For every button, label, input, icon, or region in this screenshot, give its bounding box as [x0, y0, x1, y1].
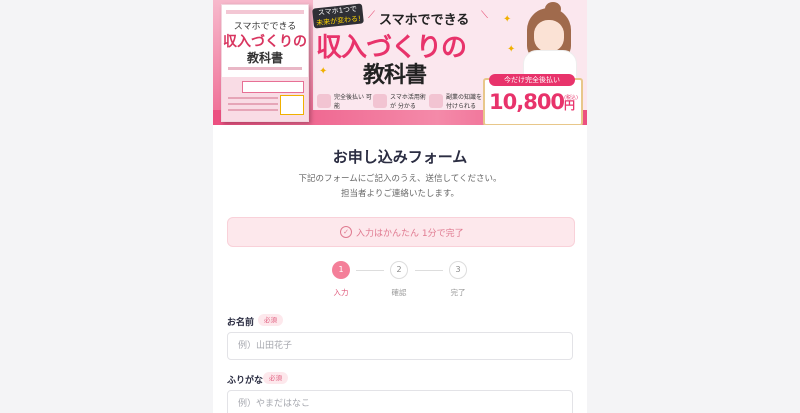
headline-sub: 教科書	[363, 63, 427, 88]
woman-with-phone-illustration	[513, 2, 583, 82]
step-indicator: 1 2 3 入力 確認 完了	[213, 260, 587, 300]
notice-text: 入力はかんたん 1分で完了	[356, 229, 464, 239]
step-1-label: 入力	[333, 288, 349, 297]
step-2-circle: 2	[390, 261, 408, 279]
step-connector	[356, 270, 384, 271]
kana-input[interactable]	[227, 390, 573, 413]
form-description: 下記のフォームにご記入のうえ、送信してください。 担当者よりご連絡いたします。	[298, 174, 502, 199]
sparkle-icon: ⟋	[368, 10, 375, 21]
notice-banner: ✓ 入力はかんたん 1分で完了	[227, 217, 575, 247]
star-icon: ✦	[319, 66, 328, 77]
required-badge: 必須	[263, 372, 288, 384]
step-3-circle: 3	[449, 261, 467, 279]
step-2-label: 確認	[391, 288, 407, 297]
star-icon: ✦	[503, 14, 512, 25]
page-title: お申し込みフォーム	[332, 148, 468, 166]
name-label: お名前	[227, 318, 255, 328]
name-input[interactable]	[227, 332, 573, 360]
price-tax: (税込)	[564, 95, 578, 101]
book-icon	[429, 94, 443, 108]
headline-small: スマホでできる	[379, 13, 470, 28]
book-cover-image: スマホでできる 収入づくりの 教科書	[221, 4, 309, 122]
book-title-main: 収入づくりの	[223, 34, 307, 50]
book-band	[222, 77, 308, 121]
book-title-sub: 教科書	[246, 51, 283, 65]
phone-icon	[373, 94, 387, 108]
price-label: 今だけ完全後払い	[489, 74, 575, 86]
sparkle-icon: ⟍	[481, 10, 488, 21]
form-card: スマホでできる 収入づくりの 教科書 スマホ1つで 未来が変わる! ⟋ スマホで…	[213, 0, 587, 413]
required-badge: 必須	[258, 314, 283, 326]
kana-label: ふりがな	[227, 376, 264, 386]
price-box: 今だけ完全後払い 10,800円 (税込)	[483, 74, 583, 125]
smartphone-tag: スマホ1つで 未来が変わる!	[312, 3, 364, 29]
step-3-label: 完了	[450, 288, 466, 297]
step-connector	[415, 270, 443, 271]
price-amount: 10,800円	[489, 90, 575, 114]
step-1-circle: 1	[332, 261, 350, 279]
promo-banner: スマホでできる 収入づくりの 教科書 スマホ1つで 未来が変わる! ⟋ スマホで…	[213, 0, 587, 125]
check-circle-icon: ✓	[340, 226, 352, 238]
check-badge-icon	[317, 94, 331, 108]
